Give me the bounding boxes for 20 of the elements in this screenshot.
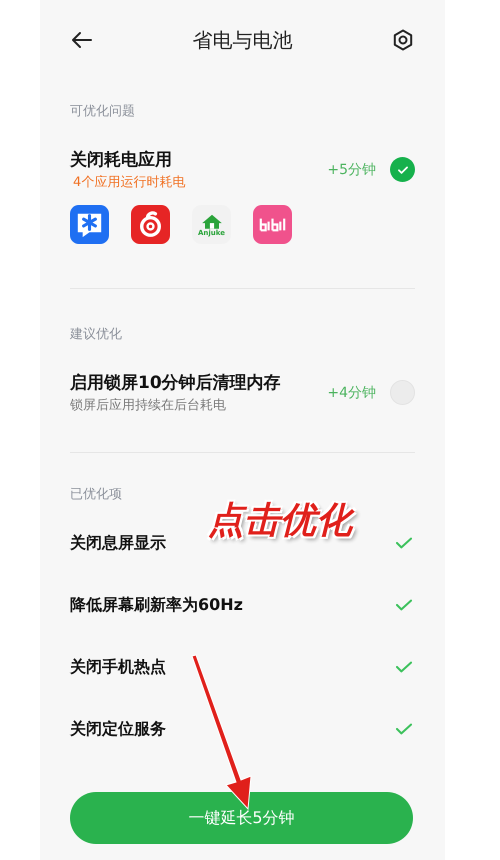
app-icon	[70, 205, 109, 244]
settings-icon[interactable]	[391, 28, 415, 52]
checkbox[interactable]	[390, 157, 415, 182]
section-label: 已优化项	[70, 486, 123, 503]
issue-subtitle: 锁屏后应用持续在后台耗电	[70, 397, 227, 414]
time-gain: +4分钟	[327, 384, 376, 402]
app-icon	[131, 205, 170, 244]
section-label: 建议优化	[70, 326, 123, 343]
issue-subtitle: 4个应用运行时耗电	[72, 174, 186, 191]
section-label: 可优化问题	[70, 103, 136, 120]
optimized-item: 降低屏幕刷新率为60Hz	[70, 594, 243, 616]
optimized-item: 关闭定位服务	[70, 718, 166, 740]
optimized-item: 关闭手机热点	[70, 656, 166, 678]
app-icon	[253, 205, 292, 244]
optimized-item: 关闭息屏显示	[70, 532, 166, 554]
extend-button[interactable]: 一键延长5分钟	[70, 792, 413, 844]
issue-title: 关闭耗电应用	[70, 149, 173, 171]
time-gain: +5分钟	[327, 160, 376, 178]
page-title: 省电与电池	[192, 26, 292, 54]
issue-title: 启用锁屏10分钟后清理内存	[70, 372, 282, 394]
